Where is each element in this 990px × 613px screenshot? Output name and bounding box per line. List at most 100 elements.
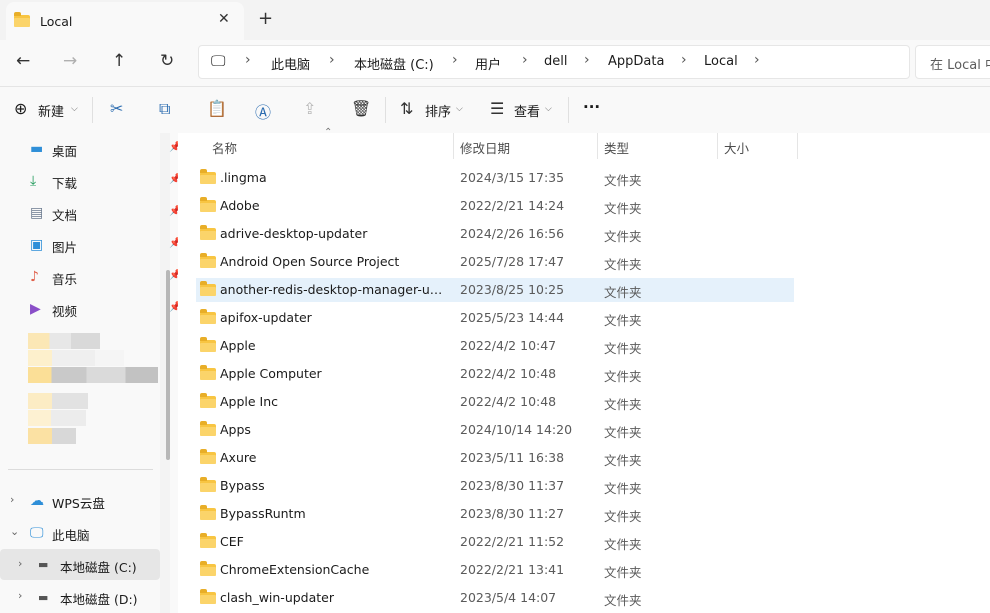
file-type: 文件夹 — [604, 397, 642, 412]
file-type: 文件夹 — [604, 201, 642, 216]
column-header-name[interactable]: 名称 — [212, 138, 237, 157]
chevron-right-icon[interactable]: › — [522, 52, 528, 68]
file-row[interactable]: Axure 2023/5/11 16:38 文件夹 — [196, 446, 794, 470]
file-row[interactable]: Apple Computer 2022/4/2 10:48 文件夹 — [196, 362, 794, 386]
plus-circle-icon[interactable]: ⊕ — [14, 99, 27, 118]
up-arrow-icon[interactable]: ↑ — [112, 51, 126, 71]
file-row[interactable]: CEF 2022/2/21 11:52 文件夹 — [196, 530, 794, 554]
tab-local[interactable]: Local ✕ — [6, 2, 244, 40]
file-date: 2025/7/28 17:47 — [460, 254, 565, 269]
sort-icon[interactable]: ⇅ — [400, 99, 413, 118]
cut-icon[interactable]: ✂ — [110, 99, 123, 118]
sidebar-item-pictures[interactable]: ▣ 图片 📌 — [22, 230, 182, 260]
view-button[interactable]: 查看 — [514, 101, 540, 120]
back-arrow-icon[interactable]: ← — [16, 51, 30, 71]
file-name: Axure — [220, 450, 257, 465]
file-row[interactable]: clash_win-updater 2023/5/4 14:07 文件夹 — [196, 586, 794, 610]
file-row[interactable]: ChromeExtensionCache 2022/2/21 13:41 文件夹 — [196, 558, 794, 582]
share-icon[interactable]: ⇪ — [303, 99, 316, 118]
file-name: Apple Inc — [220, 394, 279, 409]
rename-icon[interactable]: Ⓐ — [255, 99, 271, 123]
file-row[interactable]: Android Open Source Project 2025/7/28 17:… — [196, 250, 794, 274]
file-row[interactable]: Apps 2024/10/14 14:20 文件夹 — [196, 418, 794, 442]
chevron-right-icon[interactable]: › — [245, 52, 251, 68]
file-row[interactable]: apifox-updater 2025/5/23 14:44 文件夹 — [196, 306, 794, 330]
chevron-down-icon[interactable]: ⌵ — [71, 104, 78, 114]
file-row[interactable]: Adobe 2022/2/21 14:24 文件夹 — [196, 194, 794, 218]
sidebar-item-videos[interactable]: ▶ 视频 📌 — [22, 294, 182, 324]
file-type: 文件夹 — [604, 509, 642, 524]
column-divider[interactable] — [453, 133, 454, 159]
chevron-right-icon[interactable]: › — [10, 493, 14, 506]
chevron-down-icon[interactable]: ⌵ — [456, 104, 463, 114]
column-divider[interactable] — [797, 133, 798, 159]
copy-icon[interactable]: ⧉ — [159, 99, 170, 119]
chevron-right-icon[interactable]: › — [18, 589, 22, 602]
file-type: 文件夹 — [604, 229, 642, 244]
file-type: 文件夹 — [604, 565, 642, 580]
paste-icon[interactable]: 📋 — [207, 99, 227, 118]
breadcrumb-appdata[interactable]: AppData — [608, 54, 664, 69]
file-row[interactable]: adrive-desktop-updater 2024/2/26 16:56 文件夹 — [196, 222, 794, 246]
breadcrumb-dell[interactable]: dell — [544, 54, 567, 69]
refresh-icon[interactable]: ↻ — [160, 51, 174, 71]
breadcrumb-drive-c[interactable]: 本地磁盘 (C:) — [354, 54, 434, 73]
sidebar-item-this-pc[interactable]: ⌄ 🖵 此电脑 — [0, 518, 160, 548]
delete-icon[interactable]: 🗑 — [351, 99, 371, 118]
search-input[interactable]: 在 Local 中 — [915, 45, 990, 79]
file-row[interactable]: Apple 2022/4/2 10:47 文件夹 — [196, 334, 794, 358]
column-header-type[interactable]: 类型 — [604, 138, 629, 157]
chevron-down-icon[interactable]: ⌵ — [545, 104, 552, 114]
breadcrumb-users[interactable]: 用户 — [475, 54, 501, 73]
chevron-right-icon[interactable]: › — [329, 52, 335, 68]
column-header-date[interactable]: 修改日期 — [460, 138, 510, 157]
sidebar-item-documents[interactable]: ▤ 文档 📌 — [22, 198, 182, 228]
sidebar-item-label: 文档 — [52, 208, 78, 223]
file-row[interactable]: another-redis-desktop-manager-upd... 2023… — [196, 278, 794, 302]
computer-icon: 🖵 — [211, 52, 226, 70]
column-divider[interactable] — [717, 133, 718, 159]
chevron-right-icon[interactable]: › — [452, 52, 458, 68]
file-type: 文件夹 — [604, 285, 642, 300]
file-date: 2022/2/21 11:52 — [460, 534, 565, 549]
file-row[interactable]: Apple Inc 2022/4/2 10:48 文件夹 — [196, 390, 794, 414]
sidebar-item-downloads[interactable]: ⤓ 下载 📌 — [22, 166, 182, 196]
download-icon: ⤓ — [30, 173, 37, 189]
music-icon: ♪ — [30, 269, 39, 285]
new-button[interactable]: 新建 — [38, 101, 64, 120]
more-options-button[interactable]: ··· — [583, 98, 600, 116]
file-name: adrive-desktop-updater — [220, 226, 368, 241]
chevron-right-icon[interactable]: › — [681, 52, 687, 68]
view-icon[interactable]: ☰ — [490, 99, 504, 118]
file-type: 文件夹 — [604, 313, 642, 328]
drive-icon: ▬ — [38, 558, 49, 571]
column-divider[interactable] — [597, 133, 598, 159]
chevron-right-icon[interactable]: › — [584, 52, 590, 68]
file-date: 2023/5/11 16:38 — [460, 450, 565, 465]
file-name: CEF — [220, 534, 244, 549]
sidebar-item-drive-c[interactable]: › ▬ 本地磁盘 (C:) — [0, 549, 160, 580]
sidebar-item-desktop[interactable]: ▬ 桌面 📌 — [22, 134, 182, 164]
sidebar-item-wps-cloud[interactable]: › ☁ WPS云盘 — [0, 486, 160, 516]
sort-button[interactable]: 排序 — [425, 101, 451, 120]
file-row[interactable]: .lingma 2024/3/15 17:35 文件夹 — [196, 166, 794, 190]
file-list: ⌃ 名称 修改日期 类型 大小 .lingma 2024/3/15 17:35 文件… — [178, 127, 990, 613]
file-row[interactable]: BypassRuntm 2023/8/30 11:27 文件夹 — [196, 502, 794, 526]
forward-arrow-icon[interactable]: → — [63, 51, 77, 71]
chevron-right-icon[interactable]: › — [754, 52, 760, 68]
file-date: 2024/3/15 17:35 — [460, 170, 565, 185]
chevron-down-icon[interactable]: ⌄ — [10, 525, 19, 538]
column-header-size[interactable]: 大小 — [724, 138, 749, 157]
new-tab-button[interactable]: + — [258, 8, 273, 29]
chevron-right-icon[interactable]: › — [18, 557, 22, 570]
file-date: 2024/2/26 16:56 — [460, 226, 565, 241]
close-tab-icon[interactable]: ✕ — [218, 11, 230, 27]
breadcrumb-local[interactable]: Local — [704, 54, 738, 69]
sidebar-item-music[interactable]: ♪ 音乐 📌 — [22, 262, 182, 292]
breadcrumb-this-pc[interactable]: 此电脑 — [271, 54, 310, 73]
sidebar-item-drive-d[interactable]: › ▬ 本地磁盘 (D:) — [0, 582, 160, 612]
breadcrumb[interactable]: 🖵 › 此电脑 › 本地磁盘 (C:) › 用户 › dell › AppDat… — [198, 45, 910, 79]
address-bar: ← → ↑ ↻ 🖵 › 此电脑 › 本地磁盘 (C:) › 用户 › dell … — [0, 40, 990, 87]
file-date: 2022/4/2 10:48 — [460, 366, 557, 381]
file-row[interactable]: Bypass 2023/8/30 11:37 文件夹 — [196, 474, 794, 498]
